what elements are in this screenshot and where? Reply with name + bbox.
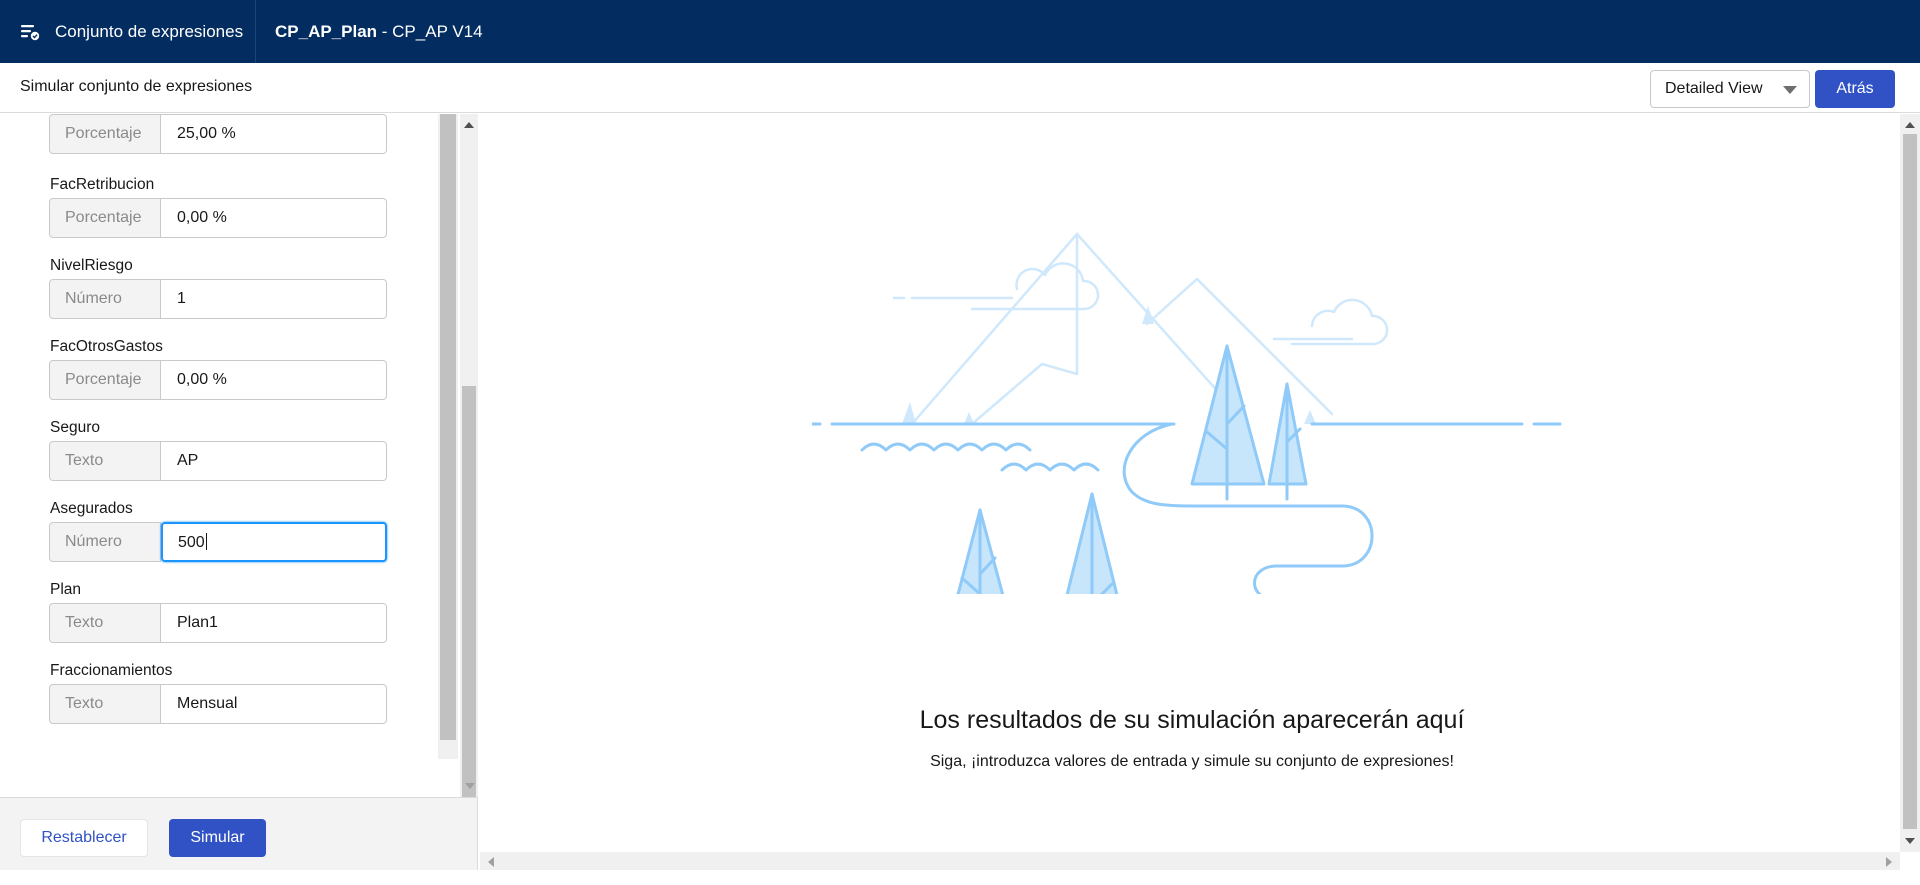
scroll-up-icon[interactable] (1905, 122, 1915, 128)
mountains-lake-trees-illustration (812, 232, 1562, 594)
results-empty-message: Siga, ¡introduzca valores de entrada y s… (930, 753, 1454, 770)
results-scrollbar-vertical[interactable] (1900, 114, 1920, 852)
field-value-input[interactable]: 1 (161, 279, 387, 319)
field-value-input[interactable]: 0,00 % (161, 198, 387, 238)
field-label: FacOtrosGastos (50, 338, 163, 355)
input-panel: Porcentaje 25,00 % FacRetribucion Porcen… (0, 114, 478, 797)
field-label: Plan (50, 581, 82, 598)
field-value-input[interactable]: 0,00 % (161, 360, 387, 400)
back-button[interactable]: Atrás (1815, 70, 1895, 108)
field-label: Fraccionamientos (50, 662, 173, 679)
scroll-down-icon[interactable] (465, 783, 475, 789)
bottom-strip (0, 870, 1920, 885)
field-label: FacRetribucion (50, 176, 155, 193)
scroll-up-icon[interactable] (464, 122, 474, 128)
view-select[interactable]: Detailed View (1650, 70, 1810, 108)
field-value-text: 500 (178, 534, 205, 551)
field-type-select[interactable]: Porcentaje (49, 114, 161, 154)
field-type-select[interactable]: Texto (49, 603, 161, 643)
field-label: Asegurados (50, 500, 133, 517)
fields-scrollbar[interactable] (438, 114, 458, 759)
record-version: - CP_AP V14 (377, 21, 483, 41)
results-scrollbar-horizontal[interactable] (480, 852, 1900, 870)
field-type-select[interactable]: Número (49, 279, 161, 319)
panel-scrollbar[interactable] (460, 114, 478, 797)
input-fields-list: Porcentaje 25,00 % FacRetribucion Porcen… (0, 114, 440, 759)
expression-set-icon (21, 24, 40, 40)
results-scrollbar-thumb[interactable] (1903, 134, 1917, 829)
record-name: CP_AP_Plan (275, 21, 378, 41)
results-empty-title: Los resultados de su simulación aparecer… (919, 706, 1465, 734)
app-launcher[interactable]: Conjunto de expresiones (0, 0, 256, 63)
chevron-down-icon (1783, 86, 1797, 94)
record-title: CP_AP_Plan - CP_AP V14 (256, 22, 483, 42)
field-value-input[interactable]: 25,00 % (161, 114, 387, 154)
field-type-select[interactable]: Porcentaje (49, 198, 161, 238)
scroll-right-icon[interactable] (1886, 857, 1892, 867)
field-label: NivelRiesgo (50, 257, 133, 274)
scroll-down-icon[interactable] (1905, 838, 1915, 844)
fields-scrollbar-thumb[interactable] (440, 114, 456, 740)
field-type-select[interactable]: Porcentaje (49, 360, 161, 400)
field-type-select[interactable]: Número (49, 522, 161, 562)
view-select-value: Detailed View (1665, 80, 1763, 97)
field-label: Seguro (50, 419, 100, 436)
field-type-select[interactable]: Texto (49, 684, 161, 724)
scroll-left-icon[interactable] (488, 857, 494, 867)
field-type-select[interactable]: Texto (49, 441, 161, 481)
page-title: Simular conjunto de expresiones (20, 78, 253, 95)
field-value-input[interactable]: Plan1 (161, 603, 387, 643)
simulate-button[interactable]: Simular (169, 819, 266, 857)
results-panel: Los resultados de su simulación aparecer… (480, 114, 1920, 885)
field-value-input[interactable]: AP (161, 441, 387, 481)
text-cursor (205, 533, 207, 550)
app-title: Conjunto de expresiones (55, 21, 244, 41)
field-value-input[interactable]: Mensual (161, 684, 387, 724)
reset-button[interactable]: Restablecer (20, 819, 148, 857)
page-subheader: Simular conjunto de expresiones Detailed… (0, 63, 1920, 113)
panel-scrollbar-thumb[interactable] (462, 386, 476, 797)
field-value-input-focused[interactable]: 500 (161, 522, 387, 562)
panel-footer: Restablecer Simular (0, 797, 478, 870)
app-header: Conjunto de expresiones CP_AP_Plan - CP_… (0, 0, 1920, 63)
